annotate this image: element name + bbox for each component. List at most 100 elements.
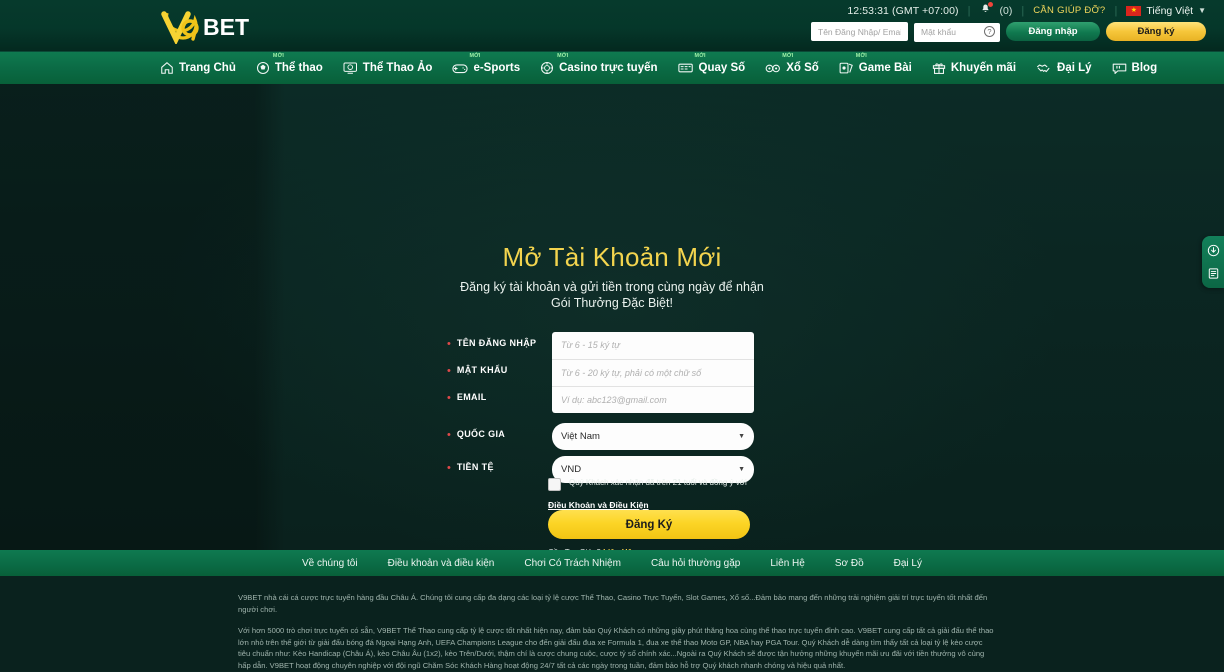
nav-label: Casino trực tuyến: [559, 62, 658, 74]
language-label: Tiếng Việt: [1146, 4, 1194, 17]
need-help-link[interactable]: CẦN GIÚP ĐỠ?: [1033, 5, 1105, 16]
gamepad-icon: [452, 62, 469, 75]
submit-register-button[interactable]: Đăng Ký: [548, 510, 750, 539]
terms-and-conditions-link[interactable]: Điều Khoản và Điều Kiện: [548, 500, 649, 510]
page-subtitle: Đăng ký tài khoản và gửi tiền trong cùng…: [0, 280, 1224, 311]
footer-link-lien-he[interactable]: Liên Hệ: [770, 558, 804, 569]
need-help-text: Cần Trợ Giúp?: [548, 548, 601, 550]
header-register-button[interactable]: Đăng ký: [1106, 22, 1206, 42]
nav-label: Thể Thao Ảo: [362, 62, 433, 74]
footer-paragraph-2: Với hơn 5000 trò chơi trực tuyến có sẵn,…: [238, 626, 994, 670]
chevron-down-icon: ▼: [1198, 6, 1206, 15]
nav-label: e-Sports: [473, 62, 521, 74]
floating-side-buttons: [1202, 236, 1224, 288]
nav-item-the-thao-ao[interactable]: Thể Thao Ảo: [333, 52, 443, 84]
field-label-wrap: • TIỀN TỆ: [447, 456, 552, 474]
field-control: [552, 386, 754, 413]
nav-item-the-thao[interactable]: MỚI Thể thao: [246, 52, 333, 84]
chevron-down-icon: ▼: [738, 466, 745, 473]
field-row-email: • EMAIL: [447, 386, 777, 413]
password-field-wrapper: ?: [914, 22, 1000, 42]
document-icon[interactable]: [1207, 267, 1220, 280]
gift-icon: [932, 61, 946, 75]
divider: |: [1021, 4, 1025, 17]
field-row-password: • MẬT KHẨU: [447, 359, 777, 386]
header-utility-row: 12:53:31 (GMT +07:00) | (0) | CẦN GIÚP Đ…: [847, 2, 1206, 18]
divider: |: [967, 4, 971, 17]
new-badge: MỚI: [855, 53, 867, 59]
nav-item-dai-ly[interactable]: Đại Lý: [1026, 52, 1102, 84]
registration-form: • TÊN ĐĂNG NHẬP • MẬT KHẨU •: [447, 332, 777, 550]
notification-count: (0): [999, 4, 1013, 17]
nav-item-khuyen-mai[interactable]: Khuyến mãi: [922, 52, 1026, 84]
new-badge: MỚI: [272, 53, 285, 59]
language-selector[interactable]: ★ Tiếng Việt ▼: [1126, 5, 1206, 17]
forgot-password-icon[interactable]: ?: [984, 26, 995, 37]
register-password-input[interactable]: [552, 359, 754, 386]
server-clock: 12:53:31 (GMT +07:00): [847, 4, 959, 17]
v9bet-logo-icon: BET: [161, 11, 249, 44]
top-header: BET 12:53:31 (GMT +07:00) | (0) | CẦN GI…: [0, 0, 1224, 52]
vietnam-flag-icon: ★: [1126, 5, 1142, 16]
page-title: Mở Tài Khoản Mới: [502, 242, 722, 272]
new-badge: MỚI: [469, 53, 481, 59]
agree-checkbox[interactable]: [548, 478, 561, 491]
nav-item-quay-so[interactable]: MỚI Quay Số: [668, 52, 756, 84]
nav-item-xo-so[interactable]: MỚI Xổ Số: [755, 52, 829, 84]
field-row-username: • TÊN ĐĂNG NHẬP: [447, 332, 777, 359]
login-button[interactable]: Đăng nhập: [1006, 22, 1100, 42]
notification-dot: [987, 2, 993, 7]
footer-link-dieu-khoan[interactable]: Điều khoản và điều kiện: [388, 558, 495, 569]
virtual-sports-icon: [343, 61, 358, 75]
field-label: TÊN ĐĂNG NHẬP: [456, 338, 537, 348]
footer-link-so-do[interactable]: Sơ Đồ: [835, 558, 864, 569]
main-navigation: Trang Chủ MỚI Thể thao Thể Thao Ảo MỚI e…: [0, 52, 1224, 84]
lottery-balls-icon: [765, 62, 781, 74]
register-email-input[interactable]: [552, 386, 754, 413]
notifications-button[interactable]: [980, 2, 993, 18]
field-control: [552, 332, 754, 359]
subtitle-line-1: Đăng ký tài khoản và gửi tiền trong cùng…: [460, 280, 764, 294]
keno-icon: [677, 62, 694, 74]
nav-label: Xổ Số: [786, 62, 819, 74]
registration-hero: Mở Tài Khoản Mới Đăng ký tài khoản và gử…: [0, 84, 1224, 550]
download-icon[interactable]: [1207, 244, 1220, 257]
nav-item-trang-chu[interactable]: Trang Chủ: [150, 52, 246, 84]
site-logo[interactable]: BET: [157, 7, 267, 45]
nav-label: Blog: [1131, 62, 1158, 74]
footer-content: V9BET nhà cái cá cược trực tuyến hàng đầ…: [0, 576, 1224, 671]
register-username-input[interactable]: [552, 332, 754, 359]
field-row-country: • QUỐC GIA Việt Nam ▼: [447, 423, 777, 450]
footer-paragraph-1: V9BET nhà cái cá cược trực tuyến hàng đầ…: [238, 593, 988, 614]
footer-link-cau-hoi-thuong-gap[interactable]: Câu hỏi thường gặp: [651, 558, 740, 569]
nav-item-e-sports[interactable]: MỚI e-Sports: [442, 52, 530, 84]
footer-link-choi-co-trach-nhiem[interactable]: Chơi Có Trách Nhiệm: [524, 558, 621, 569]
required-marker: •: [447, 462, 451, 474]
subtitle-line-2: Gói Thưởng Đặc Biệt!: [551, 295, 673, 310]
casino-chip-icon: [540, 61, 554, 75]
handshake-icon: [1036, 62, 1052, 75]
username-input[interactable]: [811, 22, 908, 42]
nav-item-game-bai[interactable]: MỚI Game Bài: [829, 52, 922, 84]
field-label-wrap: • EMAIL: [447, 386, 552, 404]
nav-label: Quay Số: [698, 62, 746, 74]
contact-link[interactable]: Liên Hệ: [603, 548, 632, 550]
nav-label: Thể thao: [274, 62, 323, 74]
new-badge: MỚI: [694, 53, 706, 59]
country-select[interactable]: Việt Nam ▼: [552, 423, 754, 450]
divider: |: [1114, 4, 1118, 17]
required-marker: •: [447, 429, 451, 441]
nav-item-blog[interactable]: Blog: [1102, 52, 1168, 84]
quote-bubble-icon: [1112, 62, 1127, 75]
footer-link-dai-ly[interactable]: Đại Lý: [894, 558, 922, 569]
soccer-ball-icon: [256, 61, 270, 75]
field-control: Việt Nam ▼: [552, 423, 754, 450]
nav-label: Đại Lý: [1057, 62, 1092, 74]
nav-item-casino-truc-tuyen[interactable]: MỚI Casino trực tuyến: [530, 52, 667, 84]
cards-icon: [839, 61, 854, 75]
country-select-value: Việt Nam: [561, 431, 600, 442]
footer-link-ve-chung-toi[interactable]: Về chúng tôi: [302, 558, 358, 569]
new-badge: MỚI: [782, 53, 794, 59]
agree-text: Quý Khách xác nhận đã trên 21 tuổi và đồ…: [569, 478, 747, 487]
field-label: EMAIL: [456, 392, 487, 402]
